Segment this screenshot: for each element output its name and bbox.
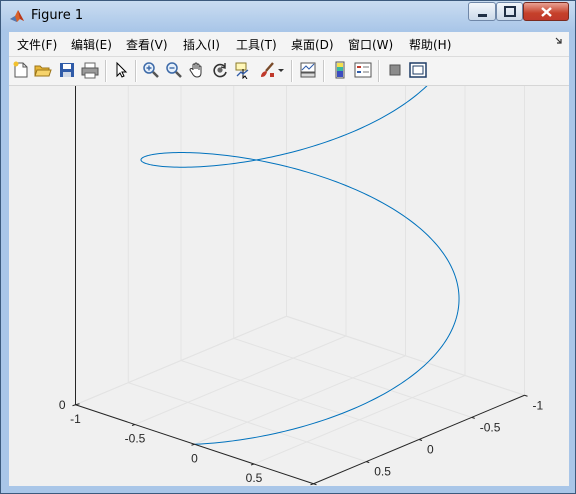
x-tick-mark (250, 463, 255, 466)
x-tick-label: -1 (70, 412, 81, 426)
y-tick-mark (471, 416, 475, 419)
save-button[interactable] (58, 61, 76, 79)
menu-edit[interactable]: 编辑(E) (71, 36, 112, 53)
show-plot-tools-button[interactable] (409, 61, 427, 79)
grid-line (128, 382, 367, 463)
zoom-out-button[interactable] (165, 61, 183, 79)
close-button[interactable] (523, 2, 569, 21)
matlab-logo-icon (10, 10, 24, 22)
menu-desktop[interactable]: 桌面(D) (291, 36, 334, 53)
grid-line (233, 337, 472, 418)
figure-canvas[interactable]: -1-0.500.51-1-0.500.51010203040 (9, 86, 569, 486)
menu-bar: 文件(F) 编辑(E) 查看(V) 插入(I) 工具(T) 桌面(D) 窗口(W… (9, 32, 569, 57)
hide-plot-tools-button[interactable] (386, 61, 404, 79)
toolbar-separator (135, 60, 137, 82)
brush-button[interactable] (258, 61, 276, 79)
new-figure-icon (13, 61, 28, 78)
insert-legend-button[interactable] (354, 61, 372, 79)
menu-insert[interactable]: 插入(I) (183, 36, 220, 53)
y-tick-mark (524, 394, 528, 397)
close-icon (541, 7, 552, 17)
menu-help[interactable]: 帮助(H) (409, 36, 451, 53)
new-figure-button[interactable] (12, 61, 30, 79)
brush-dropdown-button[interactable] (277, 61, 285, 79)
x-tick-mark (310, 483, 314, 486)
toolbar-separator (291, 60, 293, 82)
print-icon (81, 62, 99, 79)
zoom-out-icon (166, 62, 182, 78)
z-tick-label: 0 (59, 398, 66, 412)
pan-button[interactable] (188, 61, 206, 79)
x-tick-mark (72, 404, 76, 407)
y-tick-mark (313, 483, 317, 486)
zoom-in-icon (143, 62, 159, 78)
y-tick-label: -0.5 (480, 420, 501, 434)
figure-window: Figure 1 文件(F) 编辑(E) 查看(V) 插入(I) 工具(T) 桌… (0, 0, 576, 494)
toolbar-separator (323, 60, 325, 82)
helix-3d-plot[interactable]: -1-0.500.51-1-0.500.51010203040 (9, 86, 569, 486)
legend-icon (354, 62, 372, 78)
menu-view[interactable]: 查看(V) (126, 36, 168, 53)
colorbar-icon (335, 61, 345, 79)
menu-collapse-arrow-icon[interactable] (555, 37, 563, 45)
title-bar[interactable]: Figure 1 (1, 1, 575, 31)
data-cursor-icon (235, 62, 249, 79)
maximize-button[interactable] (496, 2, 523, 21)
x-tick-label: 0 (191, 451, 198, 465)
x-tick-mark (131, 424, 136, 426)
toolbar-separator (378, 60, 380, 82)
zoom-in-button[interactable] (142, 61, 160, 79)
toolbar-separator (105, 60, 107, 82)
open-file-icon (34, 65, 52, 77)
hide-plot-tools-icon (389, 64, 401, 76)
data-cursor-button[interactable] (234, 61, 252, 79)
link-plot-icon (300, 62, 316, 78)
rotate-3d-icon (213, 63, 227, 78)
minimize-icon (478, 14, 487, 17)
toolbar (9, 57, 569, 86)
save-icon (60, 63, 74, 77)
minimize-button[interactable] (468, 2, 496, 21)
brush-icon (261, 62, 274, 77)
menu-window[interactable]: 窗口(W) (348, 36, 393, 53)
window-title: Figure 1 (31, 8, 84, 23)
edit-plot-button[interactable] (112, 61, 130, 79)
show-plot-tools-icon (409, 62, 427, 78)
pan-hand-icon (189, 62, 202, 78)
y-tick-mark (418, 439, 423, 441)
insert-colorbar-button[interactable] (331, 61, 349, 79)
z-tick-mark (75, 403, 80, 406)
menu-file[interactable]: 文件(F) (17, 36, 57, 53)
x-tick-label: -0.5 (125, 432, 146, 446)
open-file-button[interactable] (34, 61, 52, 79)
y-tick-label: 0 (427, 443, 434, 457)
edit-plot-arrow-icon (116, 61, 128, 78)
x-tick-label: 0.5 (246, 471, 263, 485)
y-tick-label: -1 (533, 398, 544, 412)
y-tick-mark (366, 461, 370, 464)
rotate-3d-button[interactable] (211, 61, 229, 79)
x-tick-mark (191, 443, 195, 446)
print-button[interactable] (81, 61, 99, 79)
menu-tools[interactable]: 工具(T) (236, 36, 277, 53)
y-tick-label: 0.5 (374, 465, 391, 479)
maximize-icon (504, 6, 516, 17)
helix-series-line (140, 86, 460, 445)
link-plot-button[interactable] (299, 61, 317, 79)
dropdown-arrow-icon (278, 69, 284, 72)
